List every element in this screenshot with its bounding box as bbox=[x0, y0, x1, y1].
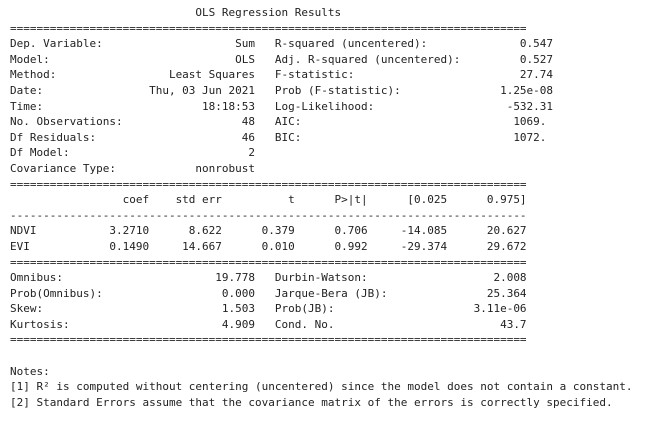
summary-row-observations: No. Observations: 48 AIC: 1069. bbox=[10, 115, 547, 129]
diagnostics-row-kurtosis: Kurtosis: 4.909 Cond. No. 43.7 bbox=[10, 317, 527, 331]
coef-table-header: coef std err t P>|t| [0.025 0.975] bbox=[10, 193, 527, 207]
separator-single: ----------------------------------------… bbox=[10, 208, 527, 222]
diagnostics-row-skew: Skew: 1.503 Prob(JB): 3.11e-06 bbox=[10, 302, 527, 316]
ols-regression-results-output: OLS Regression Results =================… bbox=[10, 5, 633, 410]
summary-row-method: Method: Least Squares F-statistic: 27.74 bbox=[10, 68, 554, 82]
summary-row-df-model: Df Model: 2 bbox=[10, 146, 547, 160]
summary-row-covariance-type: Covariance Type: nonrobust bbox=[10, 161, 547, 175]
separator-double: ========================================… bbox=[10, 255, 527, 269]
separator-double: ========================================… bbox=[10, 333, 527, 347]
summary-row-df-residuals: Df Residuals: 46 BIC: 1072. bbox=[10, 130, 547, 144]
note-1: [1] R² is computed without centering (un… bbox=[10, 380, 633, 394]
separator-double: ========================================… bbox=[10, 21, 527, 35]
coef-row-evi: EVI 0.1490 14.667 0.010 0.992 -29.374 29… bbox=[10, 239, 527, 253]
summary-row-model: Model: OLS Adj. R-squared (uncentered): … bbox=[10, 52, 554, 66]
coef-row-ndvi: NDVI 3.2710 8.622 0.379 0.706 -14.085 20… bbox=[10, 224, 527, 238]
notes-heading: Notes: bbox=[10, 364, 50, 378]
diagnostics-row-prob-omnibus: Prob(Omnibus): 0.000 Jarque-Bera (JB): 2… bbox=[10, 286, 527, 300]
summary-row-time: Time: 18:18:53 Log-Likelihood: -532.31 bbox=[10, 99, 554, 113]
report-title: OLS Regression Results bbox=[10, 6, 527, 19]
diagnostics-row-omnibus: Omnibus: 19.778 Durbin-Watson: 2.008 bbox=[10, 271, 527, 285]
summary-row-dep-variable: Dep. Variable: Sum R-squared (uncentered… bbox=[10, 37, 554, 51]
separator-double: ========================================… bbox=[10, 177, 527, 191]
summary-row-date: Date: Thu, 03 Jun 2021 Prob (F-statistic… bbox=[10, 83, 554, 97]
note-2: [2] Standard Errors assume that the cova… bbox=[10, 395, 613, 409]
